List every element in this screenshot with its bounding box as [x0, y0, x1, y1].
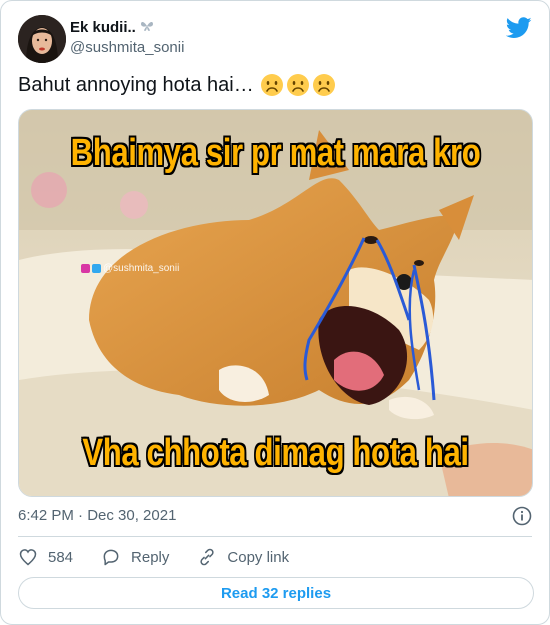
meme-caption-bottom: Vha chhota dimag hota hai [82, 432, 469, 474]
instagram-icon [81, 264, 90, 273]
tweet-timestamp[interactable]: 6:42 PM · Dec 30, 2021 [18, 507, 176, 524]
twitter-small-icon [92, 264, 101, 273]
heart-icon [19, 549, 37, 566]
tweet-text-body: Bahut annoying hota hai… [18, 73, 254, 96]
reply-button[interactable]: Reply [101, 547, 169, 567]
author-name[interactable]: Ek kudii.. [70, 19, 136, 36]
frowning-face-icon [286, 74, 309, 96]
tweet-header: Ek kudii.. @sushmita_sonii [18, 15, 532, 63]
tweet-embed-card: Ek kudii.. @sushmita_sonii Bahut annoyin… [0, 0, 550, 625]
emoji-group [260, 73, 336, 97]
meme-caption-top: Bhaimya sir pr mat mara kro [70, 132, 481, 174]
tweet-media-image[interactable]: @sushmita_sonii Bhaimya sir pr mat mara … [18, 109, 533, 497]
copy-link-label: Copy link [227, 548, 290, 566]
watermark-text: @sushmita_sonii [103, 263, 180, 274]
divider [18, 536, 532, 537]
read-replies-button[interactable]: Read 32 replies [18, 577, 534, 609]
butterfly-emoji-icon [140, 19, 154, 36]
link-icon [200, 548, 215, 566]
tweet-actions: 584 Reply Copy link [18, 546, 317, 568]
reply-label: Reply [131, 548, 170, 566]
watermark: @sushmita_sonii [81, 263, 179, 274]
copy-link-button[interactable]: Copy link [197, 547, 289, 567]
avatar[interactable] [18, 15, 66, 63]
like-count: 584 [48, 548, 74, 566]
info-icon[interactable] [512, 506, 532, 526]
tweet-text: Bahut annoying hota hai… [18, 73, 336, 97]
frowning-face-icon [260, 74, 283, 96]
like-button[interactable]: 584 [18, 547, 73, 567]
frowning-face-icon [312, 74, 335, 96]
avatar-image [18, 15, 66, 63]
twitter-bird-icon[interactable] [506, 17, 532, 39]
author-name-row[interactable]: Ek kudii.. [70, 19, 154, 36]
author-handle[interactable]: @sushmita_sonii [70, 39, 184, 56]
reply-icon [103, 549, 119, 566]
